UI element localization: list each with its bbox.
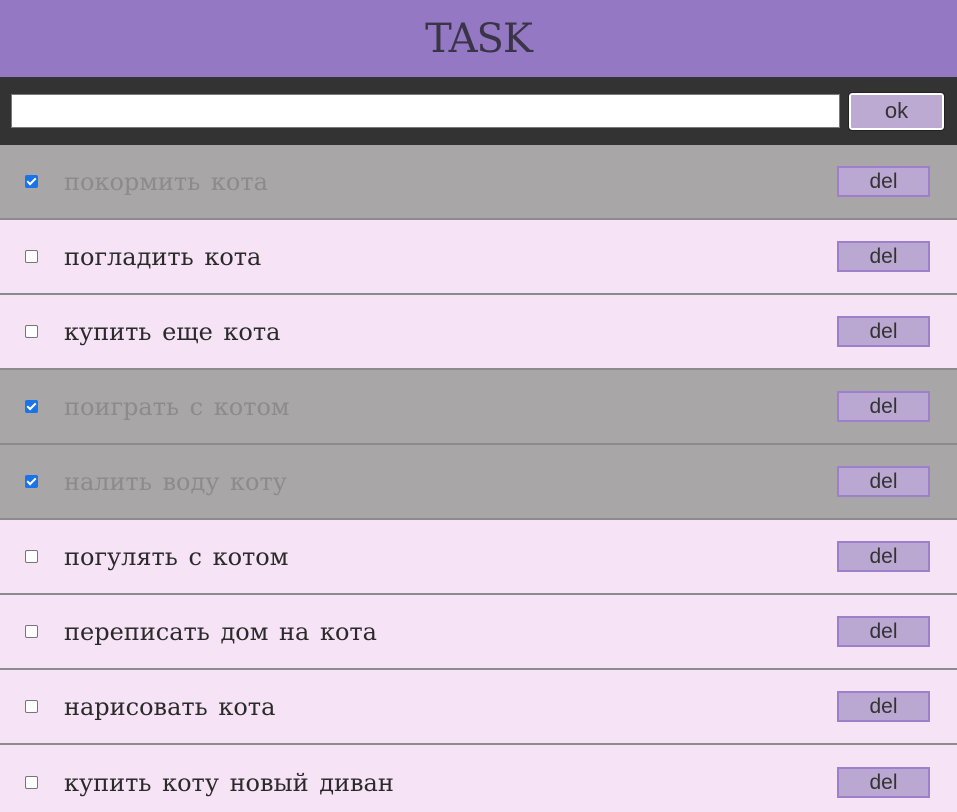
ok-button[interactable]: ok [848, 91, 945, 131]
task-text: нарисовать кота [64, 692, 276, 721]
task-checkbox[interactable] [25, 550, 38, 563]
task-row: покормить кота del [0, 145, 957, 220]
task-checkbox[interactable] [25, 475, 38, 488]
task-row: переписать дом на кота del [0, 595, 957, 670]
delete-button[interactable]: del [837, 691, 930, 722]
task-text: погладить кота [64, 242, 262, 271]
new-task-bar: ok [0, 77, 957, 145]
task-checkbox[interactable] [25, 776, 38, 789]
delete-button[interactable]: del [837, 316, 930, 347]
task-checkbox[interactable] [25, 175, 38, 188]
delete-button[interactable]: del [837, 466, 930, 497]
new-task-input[interactable] [11, 94, 840, 128]
task-text: погулять с котом [64, 542, 289, 571]
page-title: TASK [425, 15, 533, 62]
task-row: погладить кота del [0, 220, 957, 295]
task-text: переписать дом на кота [64, 617, 377, 646]
delete-button[interactable]: del [837, 541, 930, 572]
app-header: TASK [0, 0, 957, 77]
task-checkbox[interactable] [25, 325, 38, 338]
task-row: погулять с котом del [0, 520, 957, 595]
task-row: поиграть с котом del [0, 370, 957, 445]
delete-button[interactable]: del [837, 616, 930, 647]
delete-button[interactable]: del [837, 166, 930, 197]
task-row: купить коту новый диван del [0, 745, 957, 812]
task-checkbox[interactable] [25, 625, 38, 638]
task-row: купить еще кота del [0, 295, 957, 370]
delete-button[interactable]: del [837, 241, 930, 272]
task-checkbox[interactable] [25, 250, 38, 263]
task-text: купить коту новый диван [64, 768, 394, 797]
task-checkbox[interactable] [25, 400, 38, 413]
task-checkbox[interactable] [25, 700, 38, 713]
task-text: поиграть с котом [64, 392, 290, 421]
delete-button[interactable]: del [837, 767, 930, 798]
task-text: покормить кота [64, 167, 268, 196]
task-list: покормить кота del погладить кота del ку… [0, 145, 957, 812]
delete-button[interactable]: del [837, 391, 930, 422]
task-text: купить еще кота [64, 317, 281, 346]
task-text: налить воду коту [64, 467, 287, 496]
task-row: нарисовать кота del [0, 670, 957, 745]
task-row: налить воду коту del [0, 445, 957, 520]
